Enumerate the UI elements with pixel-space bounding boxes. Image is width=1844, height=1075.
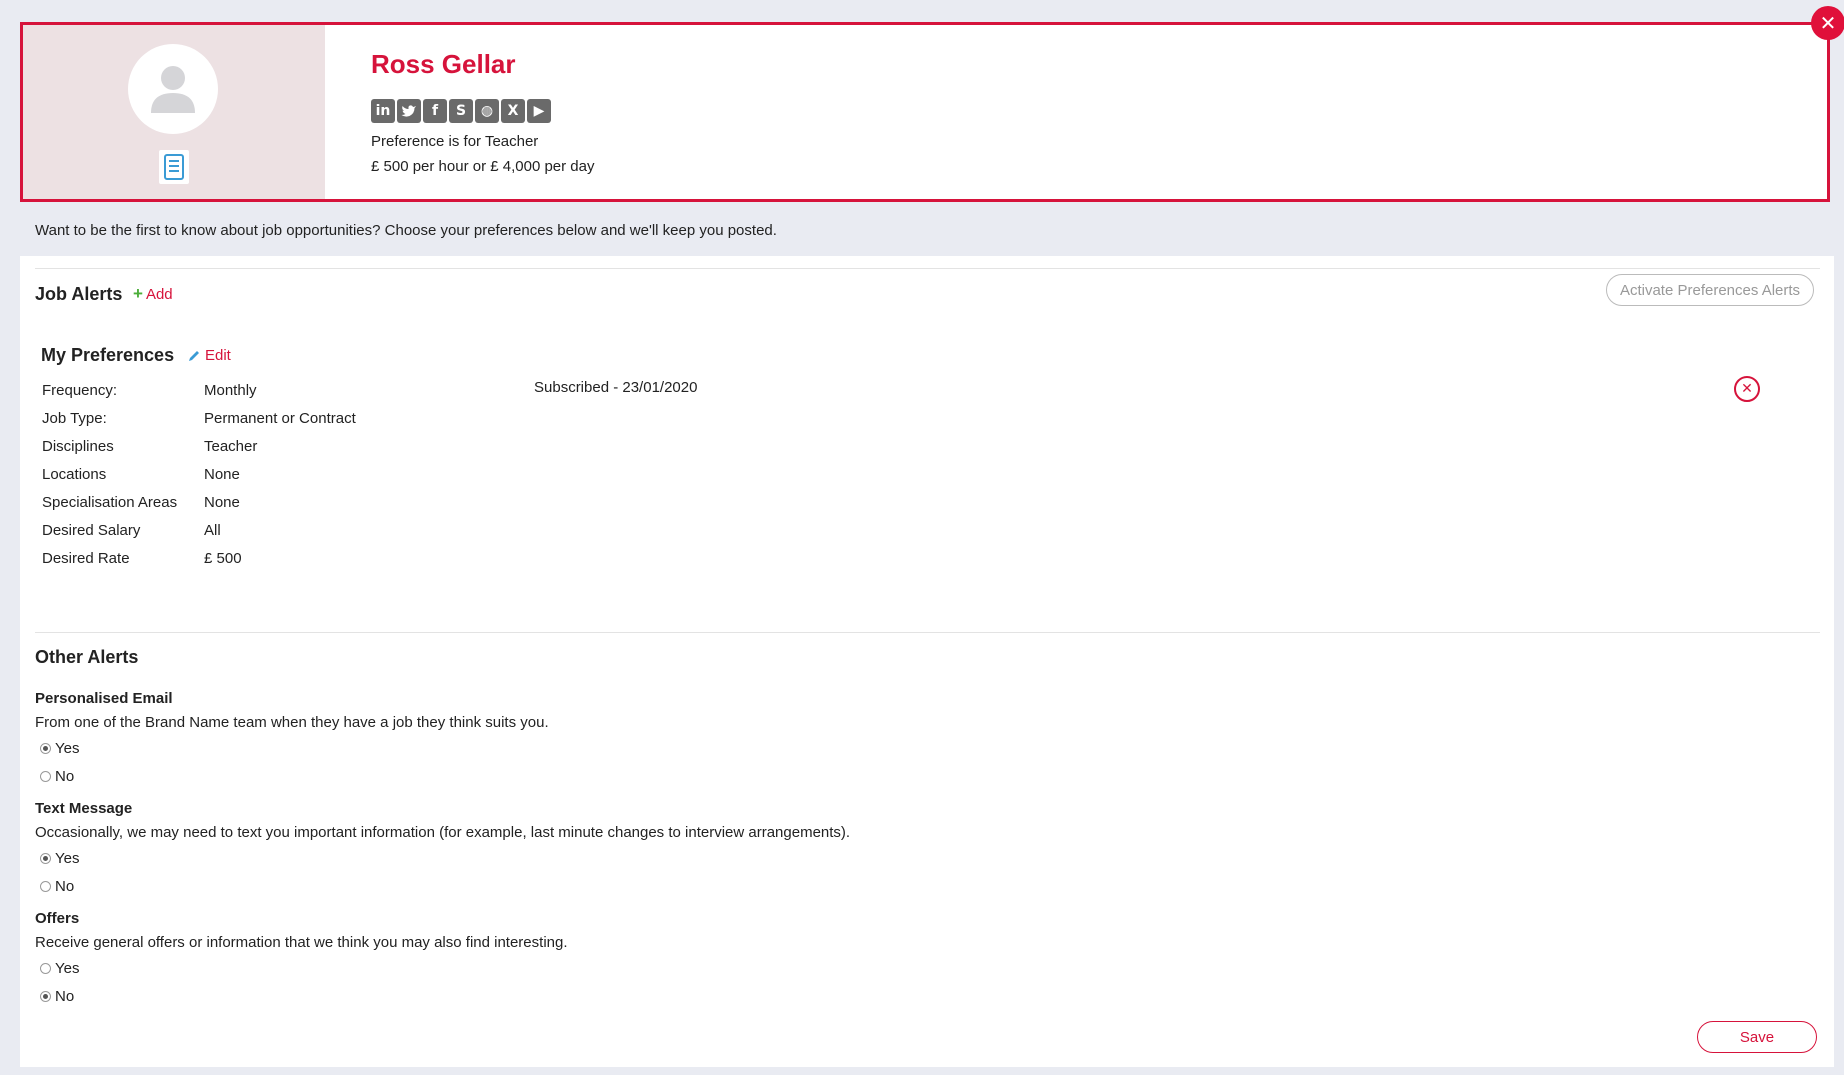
radio-button[interactable] <box>40 991 51 1002</box>
my-preferences-title: My Preferences <box>41 345 175 365</box>
profile-rate: £ 500 per hour or £ 4,000 per day <box>371 158 595 175</box>
personalised-email-desc: From one of the Brand Name team when the… <box>35 714 549 731</box>
job-alerts-title: Job Alerts <box>35 284 123 304</box>
intro-text: Want to be the first to know about job o… <box>35 222 777 239</box>
save-button[interactable]: Save <box>1697 1021 1817 1053</box>
pencil-icon <box>189 350 199 361</box>
radio-button[interactable] <box>40 881 51 892</box>
subscribed-date: Subscribed - 23/01/2020 <box>534 379 698 396</box>
text-message-title: Text Message <box>35 800 133 817</box>
other-alerts-title: Other Alerts <box>35 647 139 667</box>
user-icon <box>151 66 195 113</box>
alerts-panel: Job Alerts + Add Activate Preferences Ale… <box>20 256 1834 1067</box>
twitter-icon[interactable] <box>397 99 421 123</box>
profile-name: Ross Gellar <box>371 49 516 79</box>
radio-button[interactable] <box>40 963 51 974</box>
social-links: in f S ◍ X ▶ <box>371 99 551 123</box>
plus-icon: + <box>133 284 143 303</box>
text-message-no[interactable]: No <box>40 878 74 895</box>
divider <box>35 268 1820 269</box>
text-message-desc: Occasionally, we may need to text you im… <box>35 824 851 841</box>
globe-icon[interactable]: ◍ <box>475 99 499 123</box>
profile-avatar-panel <box>23 25 325 199</box>
skype-icon[interactable]: S <box>449 99 473 123</box>
profile-preference: Preference is for Teacher <box>371 133 539 150</box>
avatar[interactable] <box>128 44 218 134</box>
xing-icon[interactable]: X <box>501 99 525 123</box>
youtube-icon[interactable]: ▶ <box>527 99 551 123</box>
close-icon[interactable]: ✕ <box>1811 6 1844 40</box>
facebook-icon[interactable]: f <box>423 99 447 123</box>
divider <box>35 632 1820 633</box>
close-icon: ✕ <box>1741 381 1753 397</box>
edit-preferences-link[interactable]: Edit <box>187 347 231 364</box>
document-icon[interactable] <box>159 150 189 184</box>
remove-preference-button[interactable]: ✕ <box>1734 376 1760 402</box>
offers-title: Offers <box>35 910 80 927</box>
activate-preferences-alerts-button[interactable]: Activate Preferences Alerts <box>1606 274 1814 306</box>
personalised-email-no[interactable]: No <box>40 768 74 785</box>
add-job-alert-link[interactable]: + Add <box>133 284 173 304</box>
radio-button[interactable] <box>40 743 51 754</box>
offers-no[interactable]: No <box>40 988 74 1005</box>
offers-desc: Receive general offers or information th… <box>35 934 568 951</box>
radio-button[interactable] <box>40 771 51 782</box>
personalised-email-yes[interactable]: Yes <box>40 740 79 757</box>
linkedin-icon[interactable]: in <box>371 99 395 123</box>
personalised-email-title: Personalised Email <box>35 690 173 707</box>
text-message-yes[interactable]: Yes <box>40 850 79 867</box>
offers-yes[interactable]: Yes <box>40 960 79 977</box>
profile-card: Ross Gellar in f S ◍ X ▶ Preference is f… <box>20 22 1830 202</box>
radio-button[interactable] <box>40 853 51 864</box>
